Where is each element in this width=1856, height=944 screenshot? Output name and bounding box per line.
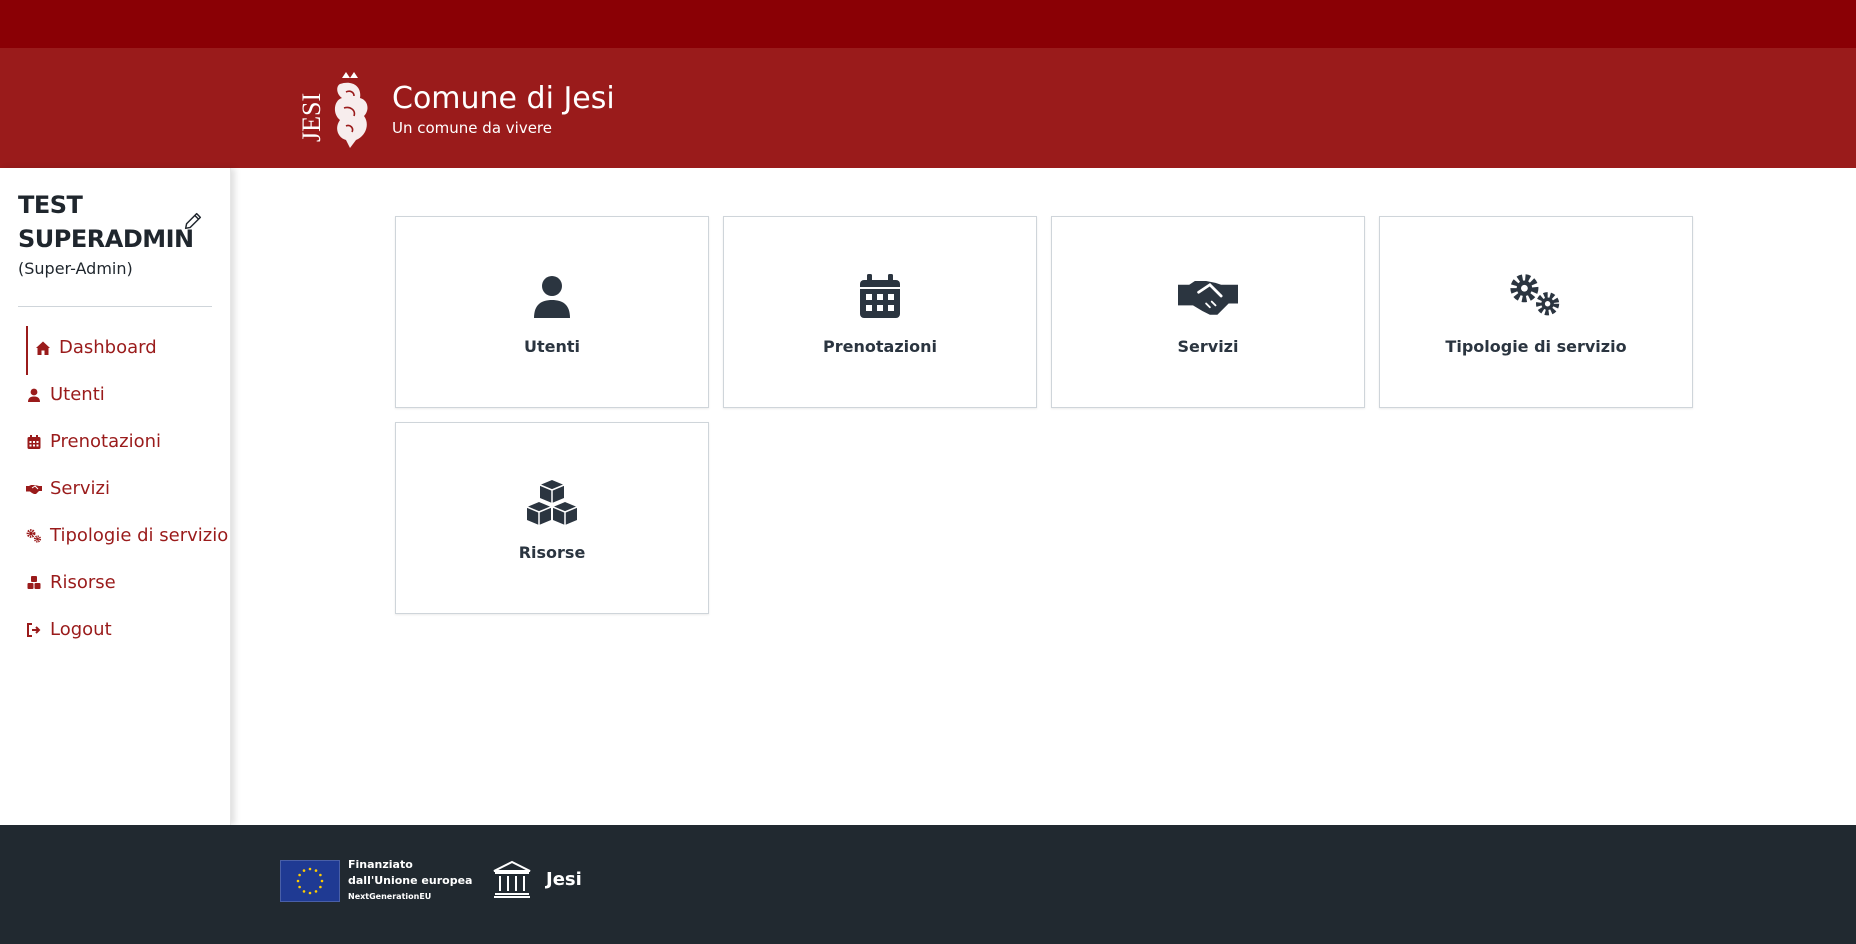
pencil-icon[interactable]	[182, 210, 204, 232]
eu-line1: Finanziato	[348, 858, 413, 871]
footer-city-link[interactable]: Jesi	[492, 859, 582, 899]
header: JESI Comune di Jesi Un comune da vivere	[0, 48, 1856, 168]
calendar-icon	[26, 434, 42, 450]
brand[interactable]: JESI Comune di Jesi Un comune da vivere	[296, 70, 615, 150]
sidebar-item-label: Risorse	[50, 572, 116, 593]
site-subtitle: Un comune da vivere	[392, 119, 552, 137]
tile-label: Servizi	[1177, 337, 1239, 356]
user-icon	[534, 276, 570, 318]
tile-label: Risorse	[518, 543, 586, 562]
tile-tipologie[interactable]: Tipologie di servizio	[1379, 216, 1693, 408]
tile-label: Utenti	[523, 337, 580, 356]
sidebar-item-logout[interactable]: Logout	[0, 606, 230, 653]
sidebar-item-dashboard[interactable]: Dashboard	[0, 324, 230, 375]
sidebar-item-prenotazioni[interactable]: Prenotazioni	[0, 418, 230, 465]
main-area: TEST SUPERADMIN (Super-Admin) Dashboard …	[0, 168, 1856, 825]
cubes-icon	[26, 575, 42, 591]
sidebar-item-risorse[interactable]: Risorse	[0, 559, 230, 606]
sidebar-item-label: Tipologie di servizio	[50, 525, 229, 546]
user-role: (Super-Admin)	[18, 259, 133, 278]
user-card: TEST SUPERADMIN (Super-Admin)	[18, 188, 218, 280]
tile-utenti[interactable]: Utenti	[395, 216, 709, 408]
logout-icon	[26, 622, 42, 638]
footer: Finanziato dall'Unione europea NextGener…	[0, 825, 1856, 944]
city-hall-icon	[493, 860, 531, 898]
sidebar-item-label: Logout	[50, 619, 112, 640]
tile-servizi[interactable]: Servizi	[1051, 216, 1365, 408]
home-icon	[35, 340, 51, 356]
handshake-icon	[26, 481, 42, 497]
sidebar-nav: Dashboard Utenti Prenotazioni Servizi Ti…	[0, 324, 230, 653]
gears-icon	[1510, 274, 1560, 316]
user-icon	[26, 387, 42, 403]
handshake-icon	[1178, 281, 1238, 315]
sidebar-item-label: Prenotazioni	[50, 431, 161, 452]
eu-line3: NextGenerationEU	[348, 892, 432, 901]
eu-flag-icon	[280, 860, 340, 902]
svg-text:JESI: JESI	[297, 93, 326, 142]
tile-prenotazioni[interactable]: Prenotazioni	[723, 216, 1037, 408]
top-bar	[0, 0, 1856, 48]
footer-city-name: Jesi	[546, 868, 582, 890]
sidebar: TEST SUPERADMIN (Super-Admin) Dashboard …	[0, 168, 231, 825]
calendar-icon	[860, 274, 900, 318]
jesi-logo: JESI	[297, 72, 368, 148]
sidebar-item-utenti[interactable]: Utenti	[0, 371, 230, 418]
sidebar-item-tipologie[interactable]: Tipologie di servizio	[0, 512, 230, 559]
sidebar-item-label: Utenti	[50, 384, 105, 405]
tile-risorse[interactable]: Risorse	[395, 422, 709, 614]
eu-funding-text: Finanziato dall'Unione europea NextGener…	[348, 857, 472, 905]
tile-label: Tipologie di servizio	[1445, 337, 1627, 356]
sidebar-item-label: Servizi	[50, 478, 111, 499]
sidebar-item-label: Dashboard	[59, 337, 157, 358]
sidebar-divider	[18, 306, 212, 307]
eu-line2: dall'Unione europea	[348, 874, 473, 887]
site-title: Comune di Jesi	[392, 81, 615, 116]
sidebar-item-servizi[interactable]: Servizi	[0, 465, 230, 512]
tile-label: Prenotazioni	[823, 337, 937, 356]
cubes-icon	[526, 480, 578, 525]
gears-icon	[26, 528, 42, 544]
